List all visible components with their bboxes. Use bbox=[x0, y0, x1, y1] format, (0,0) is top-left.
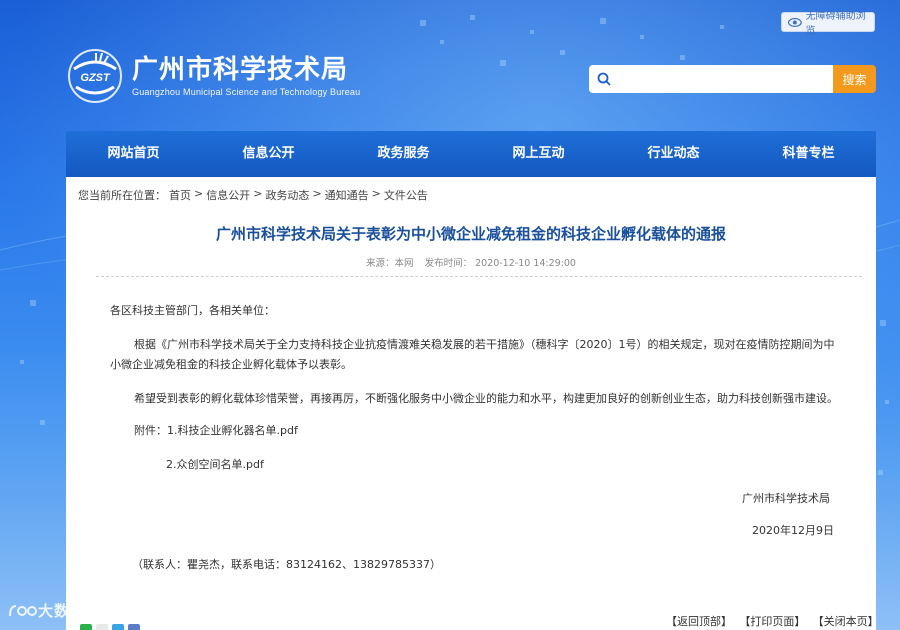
site-logo[interactable]: GZST 广州市科学技术局 Guangzhou Municipal Scienc… bbox=[66, 46, 386, 106]
share-icons bbox=[80, 624, 144, 630]
nav-item-online-interaction[interactable]: 网上互动 bbox=[471, 131, 606, 177]
attachment-link-1[interactable]: 附件：1.科技企业孵化器名单.pdf bbox=[134, 421, 298, 441]
accessibility-label: 无障碍辅助浏览 bbox=[805, 11, 866, 37]
breadcrumb-item-home[interactable]: 首页 bbox=[169, 187, 191, 203]
qq-share-icon[interactable] bbox=[112, 624, 124, 630]
search-input[interactable] bbox=[617, 67, 833, 91]
nav-item-home[interactable]: 网站首页 bbox=[66, 131, 201, 177]
back-to-top-link[interactable]: 【返回顶部】 bbox=[666, 613, 732, 629]
footer-links: 【返回顶部】 【打印页面】 【关闭本页】 bbox=[656, 613, 879, 629]
article-source: 来源：本网 bbox=[366, 258, 414, 269]
wechat-share-icon[interactable] bbox=[80, 624, 92, 630]
main-nav: 网站首页 信息公开 政务服务 网上互动 行业动态 科普专栏 bbox=[66, 131, 876, 177]
article-paragraph-2: 希望受到表彰的孵化载体珍惜荣誉，再接再厉，不断强化服务中小微企业的能力和水平，构… bbox=[134, 392, 838, 405]
nav-item-industry-news[interactable]: 行业动态 bbox=[606, 131, 741, 177]
breadcrumb: 您当前所在位置： 首页 > 信息公开 > 政务动态 > 通知通告 > 文件公告 bbox=[78, 187, 431, 203]
article-meta: 来源：本网 发布时间： 2020-12-10 14:29:00 bbox=[66, 255, 876, 269]
print-page-link[interactable]: 【打印页面】 bbox=[739, 613, 805, 629]
qzone-share-icon[interactable] bbox=[128, 624, 140, 630]
gzst-logo-icon: GZST bbox=[68, 49, 122, 103]
site-name-en: Guangzhou Municipal Science and Technolo… bbox=[132, 87, 361, 97]
eye-icon bbox=[788, 17, 802, 27]
article-date: 2020年12月9日 bbox=[752, 524, 834, 537]
article-contact: （联系人：瞿尧杰，联系电话：83124162、13829785337） bbox=[132, 558, 441, 571]
article-paragraph-1-line-2: 小微企业减免租金的科技企业孵化载体予以表彰。 bbox=[110, 358, 352, 371]
article-title: 广州市科学技术局关于表彰为中小微企业减免租金的科技企业孵化载体的通报 bbox=[215, 225, 726, 243]
breadcrumb-item-gov-news[interactable]: 政务动态 bbox=[265, 187, 309, 203]
breadcrumb-item-notices[interactable]: 通知通告 bbox=[325, 187, 369, 203]
article-salutation: 各区科技主管部门，各相关单位： bbox=[110, 304, 275, 317]
close-page-link[interactable]: 【关闭本页】 bbox=[813, 613, 879, 629]
site-name-cn: 广州市科学技术局 bbox=[132, 55, 349, 85]
breadcrumb-prefix: 您当前所在位置： bbox=[78, 189, 166, 202]
watermark-logo-icon bbox=[9, 604, 37, 616]
breadcrumb-separator: > bbox=[253, 187, 263, 200]
article-published-time: 发布时间： 2020-12-10 14:29:00 bbox=[424, 258, 576, 269]
search-icon bbox=[597, 72, 611, 86]
content-panel: 您当前所在位置： 首页 > 信息公开 > 政务动态 > 通知通告 > 文件公告 … bbox=[66, 177, 879, 630]
breadcrumb-separator: > bbox=[312, 187, 322, 200]
article-paragraph-1-line-1: 根据《广州市科学技术局关于全力支持科技企业抗疫情渡难关稳发展的若干措施》（穗科字… bbox=[134, 338, 835, 351]
article-signature: 广州市科学技术局 bbox=[742, 492, 830, 505]
breadcrumb-separator: > bbox=[194, 187, 204, 200]
nav-item-government-services[interactable]: 政务服务 bbox=[336, 131, 471, 177]
watermark: 大数跨境 bbox=[8, 600, 102, 621]
breadcrumb-item-documents[interactable]: 文件公告 bbox=[384, 187, 428, 203]
weibo-share-icon[interactable] bbox=[96, 624, 108, 630]
logo-mark-text: GZST bbox=[80, 72, 111, 84]
nav-item-info-disclosure[interactable]: 信息公开 bbox=[201, 131, 336, 177]
breadcrumb-item-info[interactable]: 信息公开 bbox=[206, 187, 250, 203]
watermark-text: 大数跨境 bbox=[38, 602, 103, 620]
accessibility-button[interactable]: 无障碍辅助浏览 bbox=[781, 11, 875, 37]
search-button[interactable]: 搜索 bbox=[833, 65, 876, 93]
attachment-link-2[interactable]: 2.众创空间名单.pdf bbox=[166, 455, 264, 475]
search-box bbox=[589, 65, 833, 93]
breadcrumb-separator: > bbox=[371, 187, 381, 200]
search-bar: 搜索 bbox=[589, 65, 876, 93]
nav-item-science-column[interactable]: 科普专栏 bbox=[741, 131, 876, 177]
title-divider bbox=[96, 276, 862, 277]
